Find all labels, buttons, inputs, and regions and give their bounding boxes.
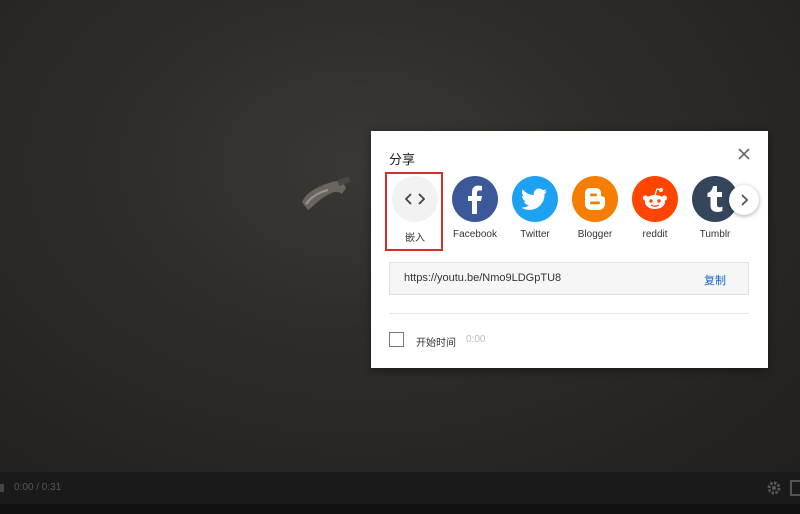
dialog-title: 分享 <box>389 153 416 168</box>
share-url-text: https://youtu.be/Nmo9LDGpTU8 <box>404 272 562 284</box>
share-blogger-button[interactable]: Blogger <box>567 176 623 240</box>
facebook-icon <box>452 176 498 222</box>
reddit-icon <box>632 176 678 222</box>
play-button[interactable] <box>0 484 4 492</box>
copy-button[interactable]: 复制 <box>704 272 726 288</box>
share-twitter-button[interactable]: Twitter <box>507 176 563 240</box>
bottom-strip <box>0 504 800 514</box>
chevron-right-icon <box>741 194 749 206</box>
share-dialog: 分享 嵌入 Facebook Twitter Blogger reddit Tu… <box>371 131 768 368</box>
share-facebook-button[interactable]: Facebook <box>447 176 503 240</box>
player-controls-bar <box>0 472 800 504</box>
time-display: 0:00 / 0:31 <box>14 482 62 493</box>
divider <box>389 313 749 314</box>
twitter-icon <box>512 176 558 222</box>
share-item-label: Facebook <box>453 229 497 240</box>
share-item-label: Tumblr <box>699 229 731 240</box>
share-item-label: reddit <box>642 229 668 240</box>
start-time-checkbox[interactable] <box>389 332 404 347</box>
share-item-label: Twitter <box>520 229 550 240</box>
video-content-object <box>302 176 351 210</box>
gear-icon[interactable] <box>766 480 782 496</box>
fullscreen-icon[interactable] <box>790 480 800 496</box>
share-item-label: Blogger <box>577 229 613 240</box>
share-reddit-button[interactable]: reddit <box>627 176 683 240</box>
start-time-label: 开始时间 <box>416 338 456 349</box>
blogger-icon <box>572 176 618 222</box>
start-time-value: 0:00 <box>466 334 486 345</box>
embed-highlight-box <box>385 172 443 251</box>
share-url-field[interactable]: https://youtu.be/Nmo9LDGpTU8 复制 <box>389 262 749 295</box>
close-icon[interactable] <box>737 147 751 161</box>
next-share-options-button[interactable] <box>729 185 759 215</box>
